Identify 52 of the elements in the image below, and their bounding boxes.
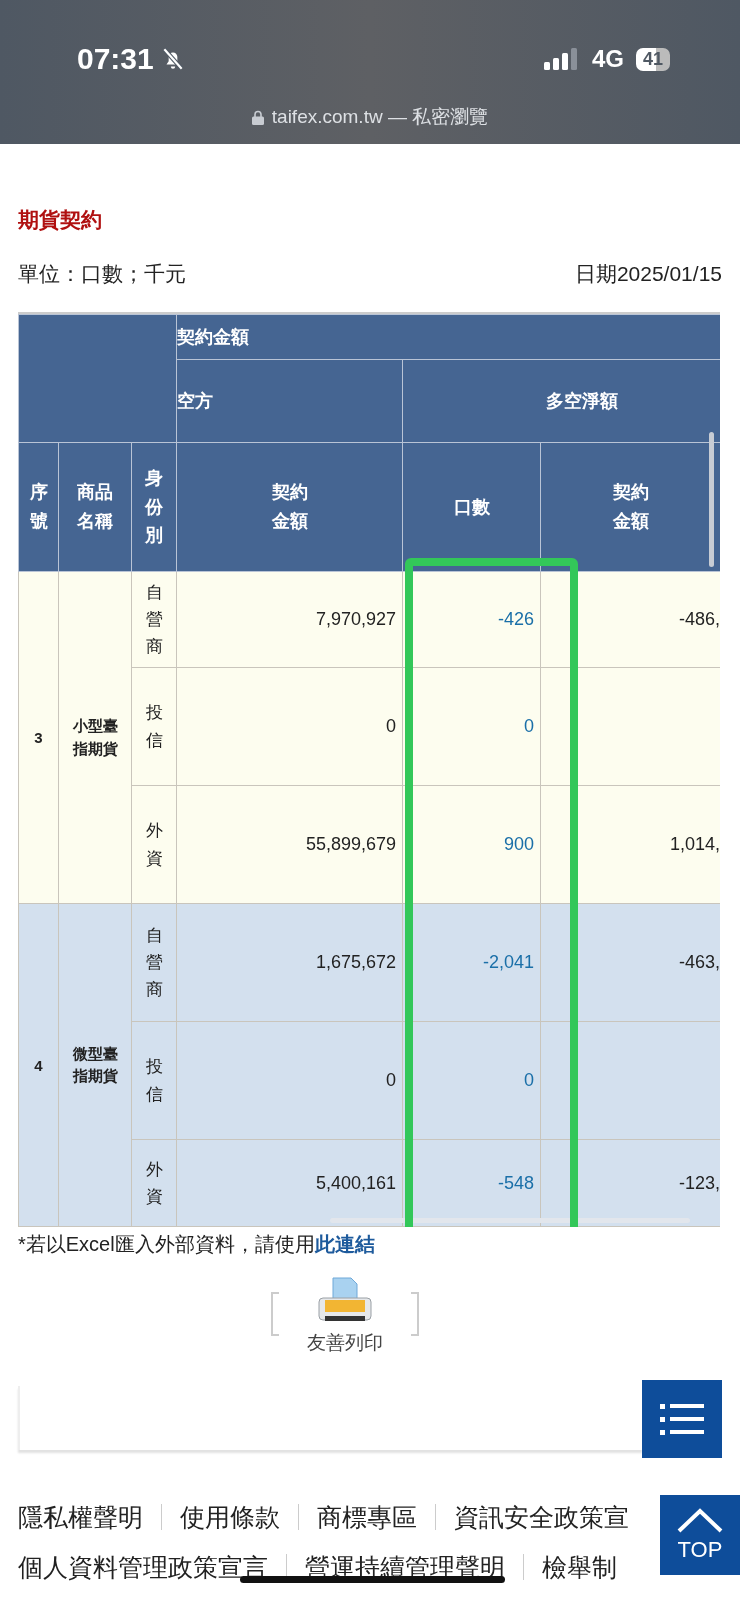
table-cell: 外資 xyxy=(131,785,177,904)
column-header: 契約金額 xyxy=(540,442,720,572)
back-to-top-button[interactable]: TOP xyxy=(660,1495,740,1575)
table-cell: -426 xyxy=(402,571,541,668)
header-cell: 多空淨額 xyxy=(402,359,720,443)
footer-link[interactable]: 隱私權聲明 xyxy=(18,1500,143,1534)
table-cell: 55,899,679 xyxy=(176,785,403,904)
address-text[interactable]: taifex.com.tw — 私密瀏覽 xyxy=(271,104,489,130)
date-label: 日期2025/01/15 xyxy=(574,261,722,287)
table-cell: 1,675,672 xyxy=(176,903,403,1022)
footer-link[interactable]: 商標專區 xyxy=(317,1500,417,1534)
unit-label: 單位：口數；千元 xyxy=(18,261,186,287)
network-label: 4G xyxy=(591,45,624,73)
table-cell: 自營商 xyxy=(131,571,177,668)
column-header: 序號 xyxy=(18,442,59,572)
footer-link[interactable]: 使用條款 xyxy=(180,1500,280,1534)
table-cell: 投信 xyxy=(131,1021,177,1140)
table-cell: 7,970,927 xyxy=(176,571,403,668)
footer-link[interactable]: 資訊安全政策宣 xyxy=(454,1500,629,1534)
column-header: 口數 xyxy=(402,442,541,572)
excel-link[interactable]: 此連結 xyxy=(314,1233,375,1255)
menu-icon xyxy=(660,1402,704,1436)
table-cell: 3 xyxy=(18,571,59,904)
header-cell: 契約金額 xyxy=(176,314,720,360)
table-cell: 0 xyxy=(176,667,403,786)
section-title: 期貨契約 xyxy=(18,207,103,233)
bracket-mark xyxy=(411,1292,419,1336)
print-button[interactable]: 友善列印 xyxy=(271,1276,419,1356)
header-cell: 空方 xyxy=(176,359,403,443)
table-cell: 自營商 xyxy=(131,903,177,1022)
table-cell: 小型臺指期貨 xyxy=(58,571,132,904)
lock-icon xyxy=(251,109,264,125)
table-cell: 微型臺指期貨 xyxy=(58,903,132,1227)
table-cell: 900 xyxy=(402,785,541,904)
table-cell: 0 xyxy=(402,667,541,786)
table-cell: 4 xyxy=(18,903,59,1227)
menu-button[interactable] xyxy=(642,1380,722,1458)
column-header: 身份別 xyxy=(131,442,177,572)
table-cell: 外資 xyxy=(131,1139,177,1227)
table-cell: 0 xyxy=(176,1021,403,1140)
chevron-up-icon xyxy=(676,1507,724,1533)
battery-indicator: 41 xyxy=(635,47,670,71)
table-cell: 投信 xyxy=(131,667,177,786)
clock-time: 07:31 xyxy=(77,42,154,76)
table-cell: 0 xyxy=(402,1021,541,1140)
table-cell: -2,041 xyxy=(402,903,541,1022)
column-header: 契約金額 xyxy=(176,442,403,572)
signal-icon xyxy=(543,48,580,70)
footnote-text: *若以Excel匯入外部資料，請使用此連結 xyxy=(18,1232,376,1257)
column-header: 商品名稱 xyxy=(58,442,132,572)
bracket-mark xyxy=(271,1292,279,1336)
footer-link[interactable]: 檢舉制 xyxy=(542,1550,617,1584)
